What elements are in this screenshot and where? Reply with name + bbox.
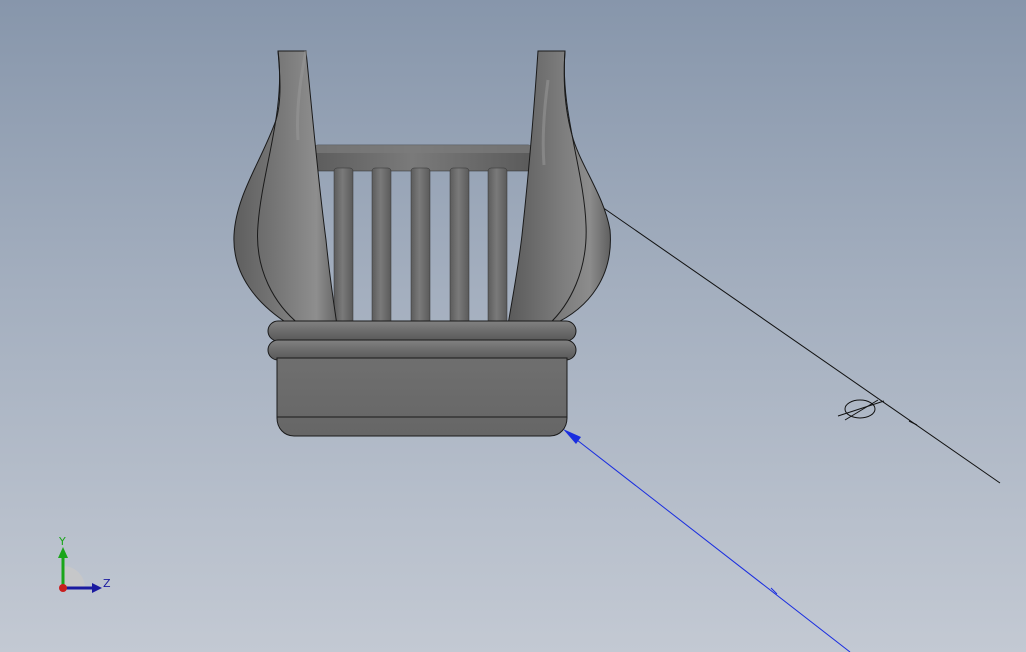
- right-horn: [507, 50, 611, 326]
- vertical-bars: [333, 167, 508, 327]
- 3d-model-scene[interactable]: Y Z: [0, 0, 1026, 652]
- sketch-line-black[interactable]: [601, 206, 1001, 484]
- left-horn: [233, 50, 338, 326]
- axis-triad: Y Z: [58, 535, 111, 593]
- triad-quadrant: [63, 566, 85, 588]
- z-axis-label: Z: [103, 577, 111, 590]
- lower-ring: [267, 339, 577, 361]
- graphics-viewport[interactable]: Y Z: [0, 0, 1026, 652]
- upper-ring: [267, 320, 577, 342]
- sketch-line-blue[interactable]: [563, 429, 851, 652]
- origin-dot: [59, 584, 67, 592]
- y-axis-label: Y: [58, 535, 66, 548]
- arrow-head-icon: [563, 429, 581, 444]
- base-cup: [276, 357, 568, 437]
- model-part[interactable]: [233, 50, 611, 437]
- phi-diameter-icon: [844, 399, 879, 421]
